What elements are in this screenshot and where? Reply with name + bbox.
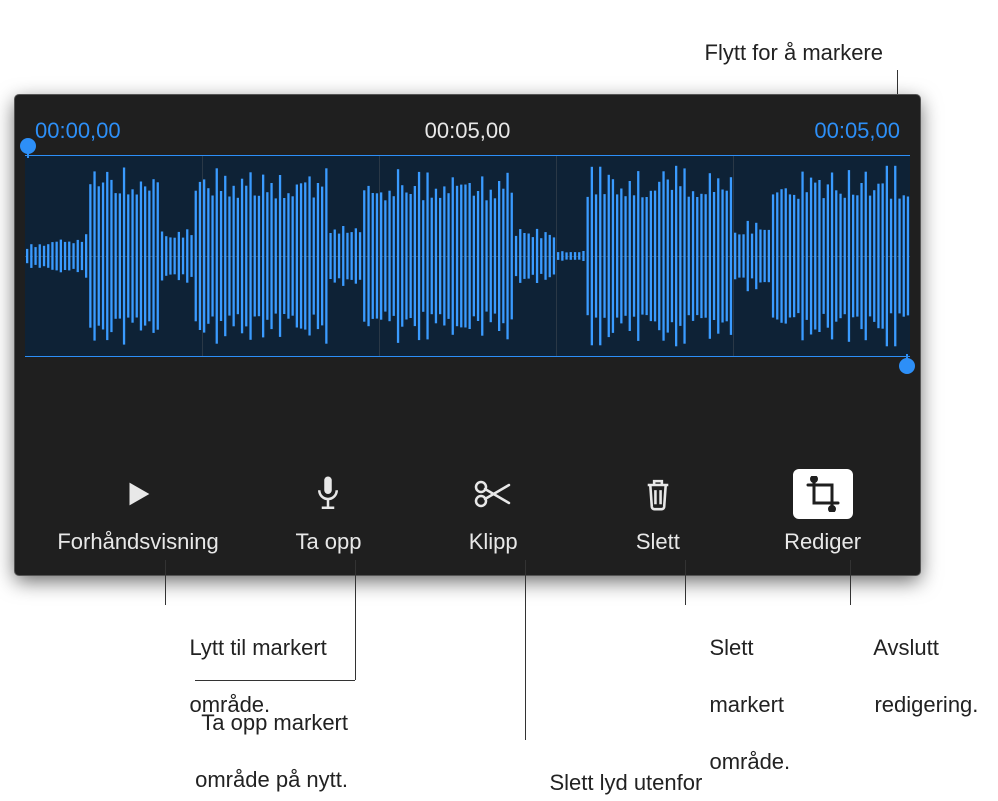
callout-record: Ta opp markert område på nytt. xyxy=(171,680,348,801)
callout-drag-to-select-line1: Flytt for å markere xyxy=(705,40,883,65)
leader-edit xyxy=(850,560,851,605)
scissors-icon xyxy=(463,469,523,519)
timecode-row: 00:00,00 00:05,00 00:05,00 xyxy=(15,95,920,155)
preview-button[interactable]: Forhåndsvisning xyxy=(57,469,218,555)
delete-button[interactable]: Slett xyxy=(603,469,713,555)
microphone-icon xyxy=(298,469,358,519)
waveform-area[interactable] xyxy=(25,155,910,357)
trim-handle-right[interactable] xyxy=(899,358,915,374)
crop-icon xyxy=(793,469,853,519)
cut-button-label: Klipp xyxy=(469,529,518,555)
time-playhead: 00:05,00 xyxy=(425,118,511,144)
callout-record-line2: område på nytt. xyxy=(195,767,348,792)
time-end: 00:05,00 xyxy=(814,118,900,144)
editor-toolbar: Forhåndsvisning Ta opp xyxy=(15,469,920,555)
edit-button[interactable]: Rediger xyxy=(768,469,878,555)
edit-button-label: Rediger xyxy=(784,529,861,555)
callout-delete-line1: Slett xyxy=(709,635,753,660)
callout-preview-line1: Lytt til markert xyxy=(189,635,326,660)
play-icon xyxy=(108,469,168,519)
callout-delete-line3: område. xyxy=(709,749,790,774)
audio-editor-panel: 00:00,00 00:05,00 00:05,00 xyxy=(15,95,920,575)
callout-delete: Slett markert område. xyxy=(685,605,790,801)
time-start: 00:00,00 xyxy=(35,118,121,144)
leader-delete xyxy=(685,560,686,605)
preview-button-label: Forhåndsvisning xyxy=(57,529,218,555)
callout-cut-line1: Slett lyd utenfor xyxy=(549,770,702,795)
callout-edit-line1: Avslutt xyxy=(873,635,939,660)
leader-record xyxy=(355,560,356,680)
cut-button[interactable]: Klipp xyxy=(438,469,548,555)
record-button[interactable]: Ta opp xyxy=(273,469,383,555)
callout-cut: Slett lyd utenfor markert område. xyxy=(525,740,711,801)
record-button-label: Ta opp xyxy=(295,529,361,555)
leader-cut xyxy=(525,560,526,740)
callout-delete-line2: markert xyxy=(709,692,784,717)
trim-handle-left[interactable] xyxy=(20,138,36,154)
trash-icon xyxy=(628,469,688,519)
delete-button-label: Slett xyxy=(636,529,680,555)
leader-preview xyxy=(165,560,166,605)
callout-edit: Avslutt redigering. xyxy=(850,605,978,748)
callout-edit-line2: redigering. xyxy=(874,692,978,717)
waveform-svg xyxy=(25,156,910,356)
callout-record-line1: Ta opp markert xyxy=(201,710,348,735)
